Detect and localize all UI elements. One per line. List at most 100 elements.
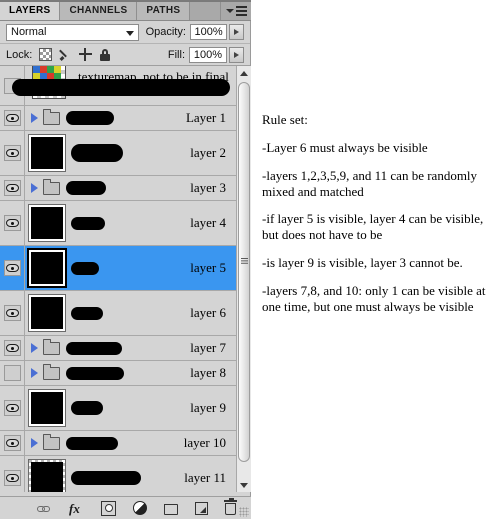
expand-arrow-icon[interactable] [31, 113, 38, 123]
folder-icon [43, 178, 60, 195]
scroll-up-button[interactable] [237, 66, 251, 80]
folder-icon [43, 363, 60, 380]
expand-arrow-icon[interactable] [31, 368, 38, 378]
layer-thumbnail[interactable] [28, 389, 66, 427]
visibility-cell[interactable] [0, 131, 25, 175]
lock-all-icon[interactable] [99, 48, 112, 61]
note-line-2: -layers 1,2,3,5,9, and 11 can be randoml… [262, 167, 478, 199]
visibility-cell[interactable] [0, 201, 25, 245]
visibility-cell[interactable] [0, 246, 25, 290]
scrollbar-thumb[interactable] [238, 82, 250, 462]
table-row[interactable]: layer 7 [0, 336, 236, 361]
note-line-3: -if layer 5 is visible, layer 4 can be v… [262, 211, 484, 243]
eye-icon[interactable] [3, 260, 21, 276]
resize-grip[interactable] [239, 507, 249, 517]
table-row[interactable]: layer 10 [0, 431, 236, 456]
layers-panel-footer: fx [0, 496, 251, 519]
lock-image-icon[interactable] [59, 48, 72, 61]
folder-icon [43, 108, 60, 125]
eye-icon[interactable] [3, 180, 21, 196]
add-layer-style-icon[interactable]: fx [69, 501, 84, 516]
notes-heading: Rule set: [262, 112, 308, 127]
table-row[interactable]: layer 4 [0, 201, 236, 246]
layer-thumbnail[interactable] [28, 134, 66, 172]
blend-mode-select[interactable]: Normal [6, 23, 139, 41]
visibility-cell[interactable] [0, 176, 25, 200]
redaction-bar [66, 111, 114, 125]
redaction-bar [66, 436, 118, 450]
table-row[interactable]: layer 8 [0, 361, 236, 386]
eye-icon[interactable] [3, 400, 21, 416]
layer-thumbnail[interactable] [28, 459, 66, 492]
eye-icon[interactable] [3, 365, 21, 381]
link-layers-icon[interactable] [37, 501, 52, 516]
table-row[interactable]: layer 3 [0, 176, 236, 201]
layer-list[interactable]: texturemap. not to be in final Layer 1 l… [0, 66, 251, 492]
opacity-slider-button[interactable] [229, 24, 244, 40]
layer-name: layer 7 [190, 340, 226, 355]
expand-arrow-icon[interactable] [31, 438, 38, 448]
tab-bar-filler [190, 2, 221, 20]
redaction-bar [71, 306, 103, 320]
table-row[interactable]: layer 2 [0, 131, 236, 176]
eye-icon[interactable] [3, 305, 21, 321]
hamburger-icon [235, 6, 247, 16]
redaction-bar [12, 79, 230, 96]
layers-panel: LAYERS CHANNELS PATHS Normal Opacity: 10… [0, 0, 251, 519]
layer-list-scrollbar[interactable] [236, 66, 251, 492]
eye-icon[interactable] [3, 470, 21, 486]
visibility-cell[interactable] [0, 291, 25, 335]
lock-label: Lock: [6, 48, 33, 61]
eye-icon[interactable] [3, 435, 21, 451]
eye-icon[interactable] [3, 340, 21, 356]
opacity-input[interactable]: 100% [189, 24, 228, 40]
visibility-cell[interactable] [0, 106, 25, 130]
layer-name: layer 10 [183, 435, 226, 450]
table-row[interactable]: Layer 1 [0, 106, 236, 131]
lock-transparency-icon[interactable] [39, 48, 53, 61]
redaction-bar [71, 261, 99, 275]
lock-position-icon[interactable] [79, 48, 93, 61]
expand-arrow-icon[interactable] [31, 343, 38, 353]
table-row[interactable]: texturemap. not to be in final [0, 66, 236, 106]
note-line-4: -is layer 9 is visible, layer 3 cannot b… [262, 255, 463, 271]
new-adjustment-layer-icon[interactable] [133, 501, 147, 515]
fill-input[interactable]: 100% [189, 46, 227, 63]
redaction-bar [71, 216, 105, 230]
eye-icon[interactable] [3, 110, 21, 126]
visibility-cell[interactable] [0, 336, 25, 360]
expand-arrow-icon[interactable] [31, 183, 38, 193]
rule-set-notes: Rule set: -Layer 6 must always be visibl… [262, 112, 498, 327]
tab-paths[interactable]: PATHS [137, 2, 191, 20]
note-line-5: -layers 7,8, and 10: only 1 can be visib… [262, 283, 486, 314]
tab-channels[interactable]: CHANNELS [60, 2, 138, 20]
blend-mode-value: Normal [11, 26, 47, 38]
layer-thumbnail[interactable] [28, 204, 66, 242]
new-group-icon[interactable] [164, 503, 178, 515]
redaction-bar [71, 144, 123, 162]
delete-layer-icon[interactable] [224, 498, 237, 515]
layer-thumbnail[interactable] [27, 248, 67, 288]
fill-group: Fill: 100% [161, 46, 244, 63]
table-row[interactable]: layer 5 [0, 246, 236, 291]
add-layer-mask-icon[interactable] [101, 500, 116, 516]
layer-thumbnail[interactable] [28, 294, 66, 332]
panel-menu-icon[interactable] [221, 2, 251, 20]
layer-name: layer 6 [190, 305, 226, 320]
visibility-cell[interactable] [0, 361, 25, 385]
scroll-down-button[interactable] [237, 478, 251, 492]
layer-name: layer 8 [190, 365, 226, 380]
table-row[interactable]: layer 11 [0, 456, 236, 492]
new-layer-icon[interactable] [195, 501, 208, 515]
lock-options [39, 48, 112, 61]
table-row[interactable]: layer 9 [0, 386, 236, 431]
visibility-cell[interactable] [0, 386, 25, 430]
table-row[interactable]: layer 6 [0, 291, 236, 336]
tab-layers[interactable]: LAYERS [0, 2, 61, 20]
visibility-cell[interactable] [0, 431, 25, 455]
eye-icon[interactable] [3, 215, 21, 231]
fill-slider-button[interactable] [229, 46, 244, 63]
layer-name: layer 3 [190, 180, 226, 195]
eye-icon[interactable] [3, 145, 21, 161]
visibility-cell[interactable] [0, 456, 25, 492]
